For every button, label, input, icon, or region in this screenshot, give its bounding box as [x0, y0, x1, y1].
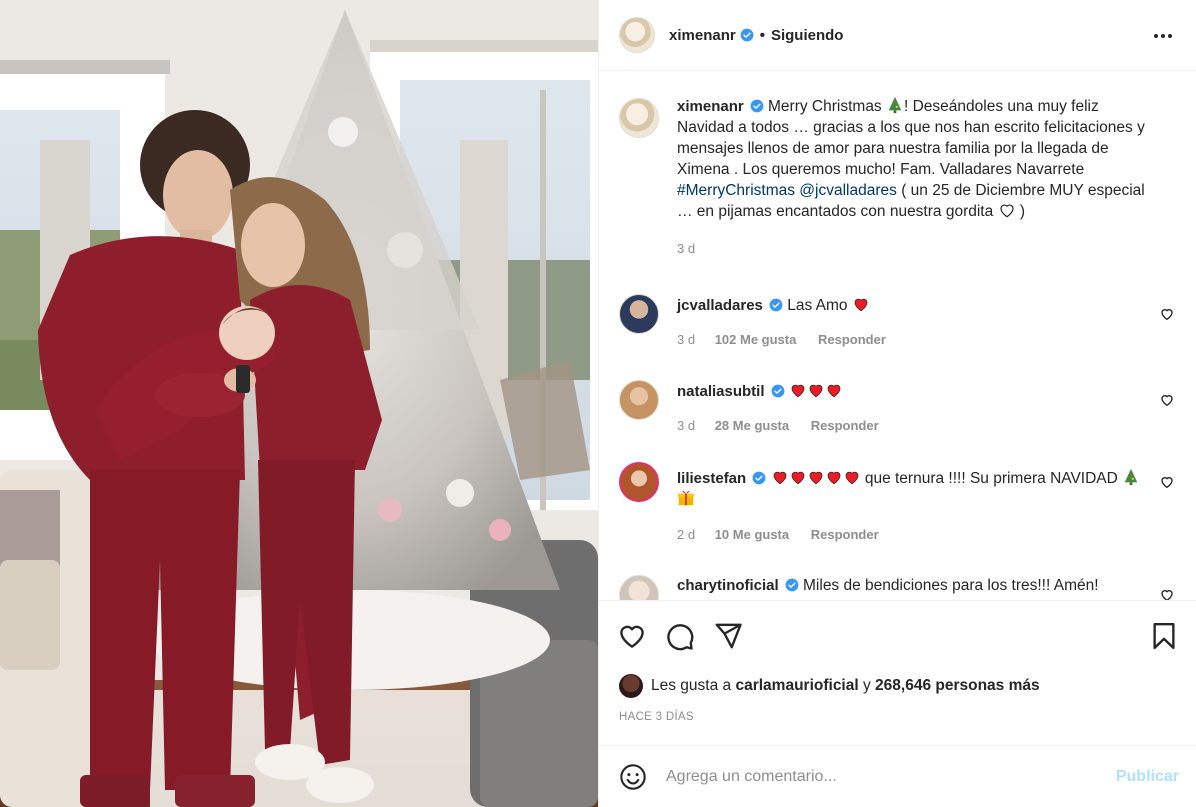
caption-hashtag[interactable]: #MerryChristmas [677, 182, 795, 199]
likes-connector: y [862, 677, 871, 694]
red-heart-emoji [854, 298, 868, 312]
comment-likes[interactable]: 102 Me gusta [715, 332, 797, 347]
caption-text-4: ) [1019, 203, 1026, 220]
comment-username[interactable]: charytinoficial [677, 577, 779, 594]
comment-icon[interactable] [665, 621, 695, 651]
comment-input[interactable]: Agrega un comentario... [666, 768, 1116, 786]
comment-item: liliestefan que ternura !!!! Su primera … [619, 462, 1177, 545]
likes-summary[interactable]: Les gusta a carlamaurioficial y 268,646 … [619, 674, 1040, 698]
verified-badge-icon [769, 298, 783, 312]
emoji-icon[interactable] [619, 763, 647, 791]
verified-badge-icon [785, 578, 799, 592]
reply-button[interactable]: Responder [811, 527, 879, 542]
liker-username[interactable]: carlamaurioficial [735, 677, 858, 695]
post-timestamp[interactable]: HACE 3 DÍAS [619, 711, 694, 723]
red-heart-emoji [827, 384, 841, 398]
following-button[interactable]: Siguiendo [771, 27, 844, 44]
red-heart-emoji [809, 471, 822, 485]
caption-avatar[interactable] [619, 98, 659, 138]
more-options-icon[interactable] [1151, 24, 1175, 48]
share-icon[interactable] [713, 621, 743, 651]
comment-avatar-story[interactable] [619, 462, 659, 502]
author-username[interactable]: ximenanr [669, 27, 736, 44]
red-heart-emoji [845, 471, 858, 485]
caption-text-1: Merry Christmas [768, 98, 882, 115]
like-comment-heart-icon[interactable] [1159, 474, 1175, 490]
like-comment-heart-icon[interactable] [1159, 587, 1175, 600]
likes-prefix: Les gusta a [651, 677, 732, 694]
comment-username[interactable]: liliestefan [677, 470, 746, 487]
white-heart-emoji [999, 204, 1014, 218]
verified-badge-icon [740, 28, 754, 42]
heart-icon[interactable] [617, 621, 647, 651]
comment-username[interactable]: jcvalladares [677, 297, 763, 314]
red-heart-emoji [809, 384, 823, 398]
bookmark-icon[interactable] [1149, 621, 1179, 651]
comment-text-cont: NAVIDAD [1050, 470, 1118, 487]
caption-username[interactable]: ximenanr [677, 98, 744, 115]
christmas-tree-emoji [888, 96, 902, 114]
verified-badge-icon [750, 99, 764, 113]
author-avatar[interactable] [619, 17, 655, 53]
comments-scroll-area[interactable]: ximenanr Merry Christmas ! Deseándoles u… [599, 72, 1196, 600]
red-heart-emoji [773, 471, 786, 485]
gift-emoji [677, 491, 695, 506]
christmas-tree-emoji [1124, 468, 1138, 486]
comment-text: que ternura !!!! Su primera [864, 470, 1046, 487]
comment-item: nataliasubtil 3 d 28 Me gusta Responder [619, 380, 1177, 436]
comment-likes[interactable]: 10 Me gusta [715, 527, 789, 542]
red-heart-emoji [791, 471, 804, 485]
comment-avatar[interactable] [619, 294, 659, 334]
comment-username[interactable]: nataliasubtil [677, 383, 765, 400]
post-header: ximenanr • Siguiendo [599, 0, 1196, 71]
comment-avatar[interactable] [619, 575, 659, 600]
comment-text: Miles de bendiciones para los tres!!! Am… [803, 577, 1099, 594]
post-actions: Les gusta a carlamaurioficial y 268,646 … [599, 600, 1196, 745]
comment-time[interactable]: 3 d [677, 332, 695, 347]
like-comment-heart-icon[interactable] [1159, 392, 1175, 408]
caption-mention[interactable]: @jcvalladares [799, 182, 897, 199]
instagram-post: ximenanr • Siguiendo ximenanr Merry Chri… [0, 0, 1196, 807]
header-separator: • [759, 26, 765, 44]
reply-button[interactable]: Responder [818, 332, 886, 347]
likes-count[interactable]: 268,646 personas más [875, 677, 1040, 695]
comment-avatar[interactable] [619, 380, 659, 420]
like-comment-heart-icon[interactable] [1159, 306, 1175, 322]
red-heart-emoji [791, 384, 805, 398]
liker-avatar[interactable] [619, 674, 643, 698]
verified-badge-icon [771, 384, 784, 398]
publish-button[interactable]: Publicar [1116, 768, 1179, 786]
red-heart-emoji [827, 471, 840, 485]
reply-button[interactable]: Responder [811, 418, 879, 433]
post-photo[interactable] [0, 0, 598, 807]
caption-time[interactable]: 3 d [677, 238, 1157, 259]
post-caption: ximenanr Merry Christmas ! Deseándoles u… [619, 96, 1177, 259]
comment-item: jcvalladares Las Amo 3 d 102 Me gusta Re… [619, 294, 1177, 350]
comment-text: Las Amo [787, 297, 848, 314]
verified-badge-icon [752, 471, 766, 485]
comment-likes[interactable]: 28 Me gusta [715, 418, 789, 433]
comment-time[interactable]: 3 d [677, 418, 695, 433]
family-christmas-photo [0, 0, 598, 807]
caption-text-2: ! Deseándoles una muy feliz Navidad a to… [677, 98, 1145, 178]
add-comment-bar: Agrega un comentario... Publicar [599, 745, 1196, 807]
post-details-panel: ximenanr • Siguiendo ximenanr Merry Chri… [598, 0, 1196, 807]
comment-time[interactable]: 2 d [677, 527, 695, 542]
comment-item: charytinoficial Miles de bendiciones par… [619, 575, 1177, 600]
